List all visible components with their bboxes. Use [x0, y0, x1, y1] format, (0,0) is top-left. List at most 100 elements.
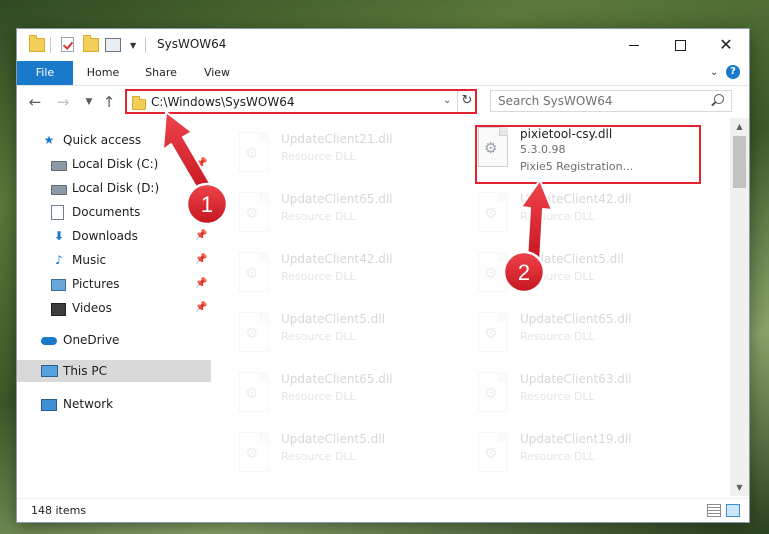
- tab-file[interactable]: File: [17, 61, 73, 85]
- sidebar-item-downloads[interactable]: ⬇ Downloads 📌: [17, 225, 211, 247]
- this-pc-icon: [41, 365, 58, 377]
- file-name: UpdateClient42.dll: [520, 192, 632, 206]
- music-icon: ♪: [55, 253, 63, 267]
- sidebar-item-local-disk-c[interactable]: Local Disk (C:) 📌: [17, 153, 211, 175]
- address-bar[interactable]: C:\Windows\SysWOW64 ⌄ ↻: [125, 89, 477, 114]
- tab-home[interactable]: Home: [77, 61, 129, 85]
- sidebar-item-label: Local Disk (D:): [72, 181, 160, 195]
- sidebar-item-label: Downloads: [72, 229, 138, 243]
- up-arrow-icon[interactable]: ↑: [99, 92, 119, 112]
- list-item[interactable]: ⚙ UpdateClient63.dll Resource DLL: [468, 366, 698, 418]
- minimize-icon: [629, 44, 639, 46]
- sidebar-item-label: Quick access: [63, 133, 142, 147]
- file-name: UpdateClient5.dll: [520, 252, 624, 266]
- list-item[interactable]: ⚙ UpdateClient19.dll Resource DLL: [468, 426, 698, 478]
- star-icon: ★: [43, 133, 55, 147]
- navigation-bar: ← → ▼ ↑ C:\Windows\SysWOW64 ⌄ ↻ Search S…: [17, 86, 749, 118]
- address-path[interactable]: C:\Windows\SysWOW64: [151, 95, 295, 109]
- maximize-icon: [674, 39, 686, 51]
- file-type: Resource DLL: [281, 270, 356, 283]
- list-item[interactable]: ⚙ UpdateClient42.dll Resource DLL: [468, 186, 698, 238]
- dll-file-icon: ⚙: [239, 432, 269, 472]
- address-folder-icon: [132, 96, 146, 110]
- dll-file-icon: ⚙: [239, 132, 269, 172]
- expand-ribbon-chevron-icon[interactable]: ⌄: [710, 67, 718, 78]
- file-name: UpdateClient19.dll: [520, 432, 632, 446]
- list-item[interactable]: ⚙ UpdateClient65.dll Resource DLL: [229, 366, 459, 418]
- pin-icon: 📌: [195, 230, 208, 241]
- file-type: Resource DLL: [520, 450, 595, 463]
- minimize-button[interactable]: [611, 29, 657, 61]
- new-folder-icon[interactable]: [83, 35, 99, 52]
- downloads-icon: ⬇: [53, 229, 65, 243]
- gear-icon: ⚙: [484, 264, 498, 282]
- pin-icon: 📌: [195, 278, 208, 289]
- help-icon[interactable]: ?: [726, 65, 740, 79]
- address-dropdown-chevron-icon[interactable]: ⌄: [443, 95, 451, 106]
- scroll-down-icon[interactable]: ▼: [730, 479, 749, 496]
- sidebar-item-videos[interactable]: Videos 📌: [17, 297, 211, 319]
- navigation-pane: ★ Quick access Local Disk (C:) 📌 Local D…: [17, 121, 213, 496]
- ribbon-tabs: File Home Share View ⌄ ?: [17, 61, 749, 86]
- file-type: Resource DLL: [281, 450, 356, 463]
- sidebar-item-music[interactable]: ♪ Music 📌: [17, 249, 211, 271]
- back-arrow-icon[interactable]: ←: [25, 92, 45, 112]
- quick-access-dropdown-icon[interactable]: ▼: [130, 41, 136, 50]
- forward-arrow-icon[interactable]: →: [53, 92, 73, 112]
- gear-icon: ⚙: [245, 144, 259, 162]
- file-type: Resource DLL: [281, 210, 356, 223]
- list-item[interactable]: ⚙ UpdateClient42.dll Resource DLL: [229, 246, 459, 298]
- highlight-box-pixietool: [475, 125, 701, 184]
- title-bar: ▼ SysWOW64 ✕: [17, 29, 749, 61]
- properties-check-icon[interactable]: [61, 37, 74, 52]
- dll-file-icon: ⚙: [239, 252, 269, 292]
- folder-icon: [29, 35, 45, 52]
- sidebar-item-local-disk-d[interactable]: Local Disk (D:): [17, 177, 211, 199]
- list-item[interactable]: ⚙ UpdateClient5.dll Resource DLL: [229, 426, 459, 478]
- search-input[interactable]: Search SysWOW64: [490, 90, 732, 112]
- dll-file-icon: ⚙: [239, 312, 269, 352]
- list-item[interactable]: ⚙ UpdateClient65.dll Resource DLL: [229, 186, 459, 238]
- close-button[interactable]: ✕: [703, 29, 749, 61]
- scrollbar-thumb[interactable]: [733, 136, 746, 188]
- gear-icon: ⚙: [484, 324, 498, 342]
- list-item[interactable]: ⚙ UpdateClient21.dll Resource DLL: [229, 126, 459, 178]
- vertical-scrollbar[interactable]: ▲ ▼: [730, 118, 749, 496]
- list-item[interactable]: ⚙ UpdateClient5.dll Resource DLL: [229, 306, 459, 358]
- list-item[interactable]: ⚙ UpdateClient65.dll Resource DLL: [468, 306, 698, 358]
- close-icon: ✕: [719, 35, 733, 54]
- tab-view[interactable]: View: [193, 61, 241, 85]
- tiles-view-icon[interactable]: [726, 504, 740, 517]
- details-view-icon[interactable]: [707, 504, 721, 517]
- sidebar-item-onedrive[interactable]: OneDrive: [17, 329, 211, 351]
- sidebar-item-network[interactable]: Network: [17, 393, 211, 415]
- customize-icon[interactable]: [105, 38, 121, 52]
- dll-file-icon: ⚙: [478, 192, 508, 232]
- list-item[interactable]: ⚙ UpdateClient5.dll Resource DLL: [468, 246, 698, 298]
- sidebar-item-pictures[interactable]: Pictures 📌: [17, 273, 211, 295]
- scroll-up-icon[interactable]: ▲: [730, 118, 749, 135]
- file-name: UpdateClient65.dll: [281, 192, 393, 206]
- search-icon[interactable]: [714, 94, 724, 104]
- sidebar-item-this-pc[interactable]: This PC: [17, 360, 211, 382]
- file-type: Resource DLL: [520, 390, 595, 403]
- sidebar-item-label: Documents: [72, 205, 141, 219]
- sidebar-item-quick-access[interactable]: ★ Quick access: [17, 129, 211, 151]
- maximize-button[interactable]: [657, 29, 703, 61]
- gear-icon: ⚙: [484, 444, 498, 462]
- onedrive-icon: [41, 337, 57, 345]
- file-type: Resource DLL: [281, 150, 356, 163]
- file-name: UpdateClient42.dll: [281, 252, 393, 266]
- gear-icon: ⚙: [484, 204, 498, 222]
- network-icon: [41, 399, 57, 411]
- pin-icon: 📌: [195, 254, 208, 265]
- sidebar-item-documents[interactable]: Documents: [17, 201, 211, 223]
- sidebar-item-label: Local Disk (C:): [72, 157, 159, 171]
- tab-share[interactable]: Share: [137, 61, 185, 85]
- sidebar-item-label: This PC: [63, 364, 107, 378]
- refresh-icon[interactable]: ↻: [457, 91, 476, 112]
- window-title: SysWOW64: [157, 37, 227, 51]
- pin-icon: 📌: [195, 302, 208, 313]
- recent-locations-chevron-icon[interactable]: ▼: [79, 92, 99, 112]
- dll-file-icon: ⚙: [239, 372, 269, 412]
